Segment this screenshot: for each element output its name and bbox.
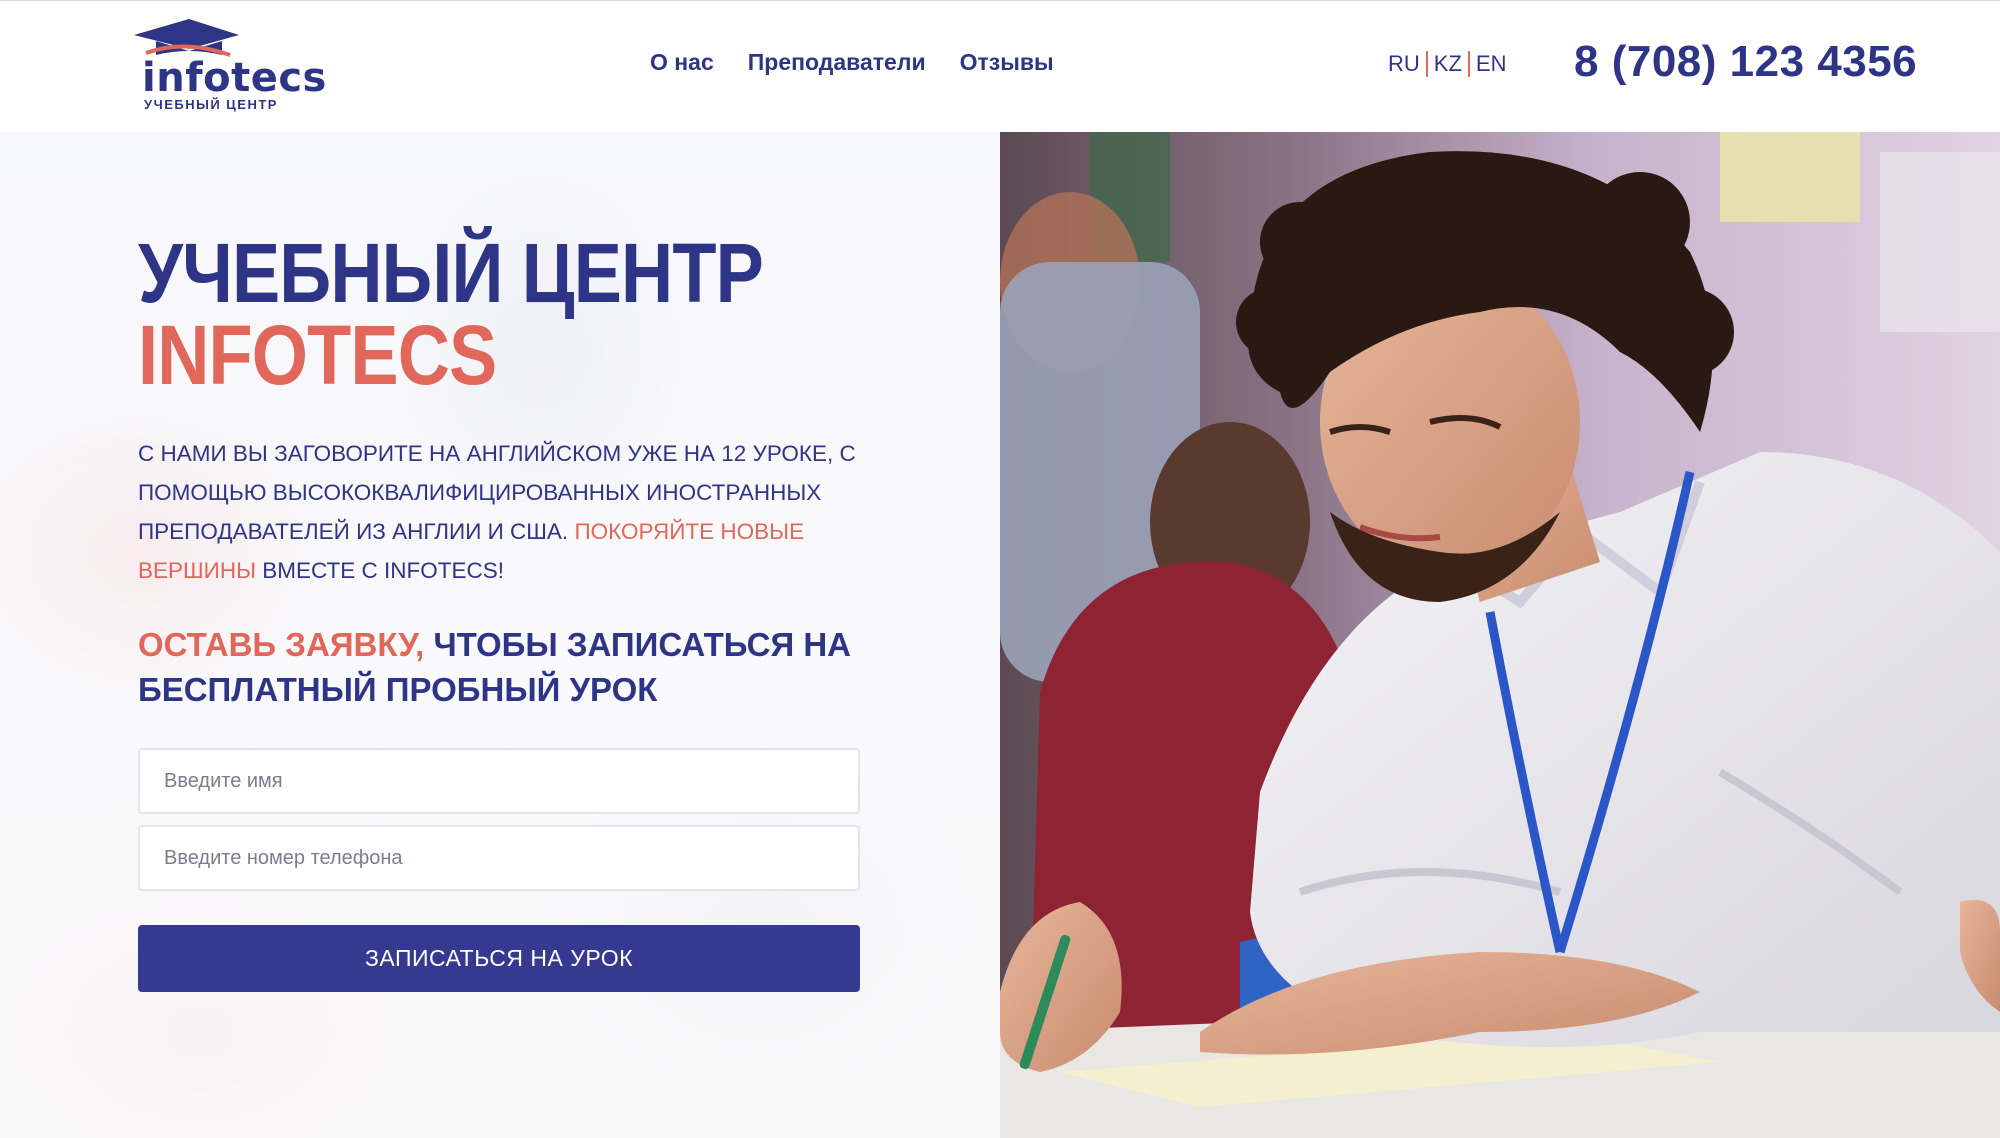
teacher-photo-illustration: [1000, 132, 2000, 1138]
lang-divider: [1467, 51, 1470, 77]
hero-description: С нами вы заговорите на английском уже н…: [138, 434, 858, 590]
logo-subtitle: УЧЕБНЫЙ ЦЕНТР: [144, 97, 278, 112]
hero-description-tail: вместе с INFOTECS!: [255, 558, 505, 583]
hero-title: УЧЕБНЫЙ ЦЕНТР INFOTECS: [138, 226, 764, 402]
lang-divider: [1425, 51, 1428, 77]
cta-heading-accent: ОСТАВЬ ЗАЯВКУ,: [138, 626, 425, 663]
hero-photo: [1000, 132, 2000, 1138]
site-header: infotecs УЧЕБНЫЙ ЦЕНТР О нас Преподавате…: [0, 0, 2000, 132]
nav-link-reviews[interactable]: Отзывы: [960, 49, 1054, 76]
language-switcher: RU KZ EN: [1388, 51, 1506, 77]
logo[interactable]: infotecs УЧЕБНЫЙ ЦЕНТР: [134, 19, 326, 115]
name-input[interactable]: [138, 748, 860, 814]
phone-input[interactable]: [138, 825, 860, 891]
logo-wordmark: infotecs: [142, 55, 327, 101]
nav-link-teachers[interactable]: Преподаватели: [748, 49, 926, 76]
lang-kz[interactable]: KZ: [1434, 51, 1462, 77]
cta-heading: ОСТАВЬ ЗАЯВКУ, ЧТОБЫ ЗАПИСАТЬСЯ НА БЕСПЛ…: [138, 622, 898, 712]
signup-button[interactable]: ЗАПИСАТЬСЯ НА УРОК: [138, 925, 860, 992]
lang-ru[interactable]: RU: [1388, 51, 1420, 77]
hero-title-line1: УЧЕБНЫЙ ЦЕНТР: [138, 226, 764, 320]
lang-en[interactable]: EN: [1476, 51, 1507, 77]
hero-section: УЧЕБНЫЙ ЦЕНТР INFOTECS С нами вы заговор…: [0, 132, 1000, 1138]
nav-link-about[interactable]: О нас: [650, 49, 714, 76]
main-nav: О нас Преподаватели Отзывы: [650, 49, 1054, 76]
phone-number[interactable]: 8 (708) 123 4356: [1574, 37, 1917, 87]
hero-title-line2: INFOTECS: [138, 308, 497, 402]
